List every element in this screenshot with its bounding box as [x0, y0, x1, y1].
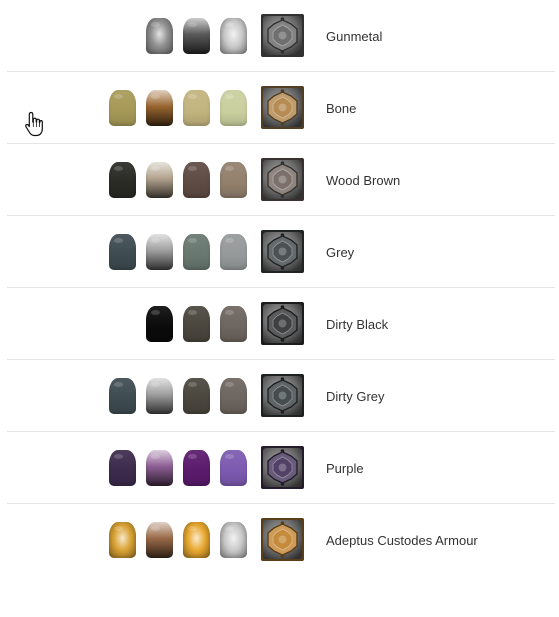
paint-pot-icon[interactable]	[109, 90, 136, 126]
armour-preview-thumbnail[interactable]	[261, 158, 304, 201]
paint-pot-icon[interactable]	[109, 162, 136, 198]
scheme-label: Grey	[326, 245, 355, 260]
paint-pot-icon[interactable]	[220, 450, 247, 486]
paint-pot-group	[109, 378, 247, 414]
scheme-label: Purple	[326, 461, 364, 476]
paint-pot-icon[interactable]	[220, 162, 247, 198]
scheme-label: Dirty Black	[326, 317, 389, 332]
scheme-label: Dirty Grey	[326, 389, 385, 404]
paint-pot-icon[interactable]	[183, 450, 210, 486]
paint-pot-group	[109, 234, 247, 270]
paint-pot-icon[interactable]	[220, 378, 247, 414]
paint-pot-icon[interactable]	[183, 378, 210, 414]
paint-pot-icon[interactable]	[109, 378, 136, 414]
paint-pot-icon[interactable]	[220, 90, 247, 126]
paint-pot-group	[109, 162, 247, 198]
scheme-row-bone[interactable]: Bone	[7, 72, 555, 144]
paint-pot-icon[interactable]	[183, 522, 210, 558]
paint-pot-group	[109, 90, 247, 126]
armour-preview-thumbnail[interactable]	[261, 302, 304, 345]
paint-pot-icon[interactable]	[146, 522, 173, 558]
paint-pot-group	[109, 522, 247, 558]
scheme-label: Bone	[326, 101, 357, 116]
paint-pot-icon[interactable]	[220, 306, 247, 342]
scheme-row-gunmetal[interactable]: Gunmetal	[7, 0, 555, 72]
paint-pot-icon[interactable]	[146, 378, 173, 414]
paint-pot-icon[interactable]	[220, 234, 247, 270]
scheme-row-dirty-grey[interactable]: Dirty Grey	[7, 360, 555, 432]
paint-pot-icon[interactable]	[183, 18, 210, 54]
paint-pot-icon[interactable]	[146, 18, 173, 54]
paint-pot-icon[interactable]	[183, 306, 210, 342]
paint-pot-icon[interactable]	[220, 522, 247, 558]
paint-pot-icon[interactable]	[183, 162, 210, 198]
armour-preview-thumbnail[interactable]	[261, 14, 304, 57]
paint-pot-icon[interactable]	[146, 90, 173, 126]
paint-pot-icon[interactable]	[146, 306, 173, 342]
scheme-row-dirty-black[interactable]: Dirty Black	[7, 288, 555, 360]
scheme-row-adeptus-custodes-armour[interactable]: Adeptus Custodes Armour	[7, 504, 555, 576]
paint-pot-icon[interactable]	[183, 234, 210, 270]
paint-pot-icon[interactable]	[146, 234, 173, 270]
paint-pot-icon[interactable]	[109, 234, 136, 270]
paint-pot-icon[interactable]	[146, 450, 173, 486]
scheme-row-wood-brown[interactable]: Wood Brown	[7, 144, 555, 216]
armour-preview-thumbnail[interactable]	[261, 230, 304, 273]
armour-preview-thumbnail[interactable]	[261, 518, 304, 561]
scheme-label: Gunmetal	[326, 29, 383, 44]
armour-preview-thumbnail[interactable]	[261, 86, 304, 129]
scheme-label: Adeptus Custodes Armour	[326, 533, 478, 548]
paint-pot-icon[interactable]	[183, 90, 210, 126]
paint-pot-icon[interactable]	[109, 450, 136, 486]
paint-pot-group	[146, 18, 247, 54]
scheme-label: Wood Brown	[326, 173, 401, 188]
paint-pot-group	[109, 450, 247, 486]
paint-pot-group	[146, 306, 247, 342]
scheme-row-purple[interactable]: Purple	[7, 432, 555, 504]
armour-preview-thumbnail[interactable]	[261, 446, 304, 489]
paint-pot-icon[interactable]	[146, 162, 173, 198]
paint-pot-icon[interactable]	[109, 522, 136, 558]
paint-pot-icon[interactable]	[220, 18, 247, 54]
armour-preview-thumbnail[interactable]	[261, 374, 304, 417]
paint-scheme-list: Gunmetal Bone Wood Brown Grey Dirty Blac…	[0, 0, 559, 576]
scheme-row-grey[interactable]: Grey	[7, 216, 555, 288]
